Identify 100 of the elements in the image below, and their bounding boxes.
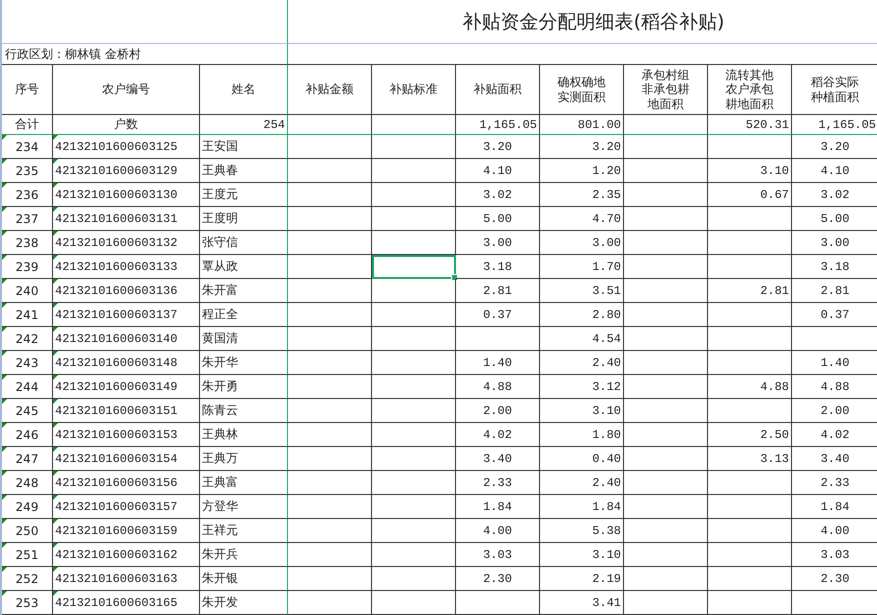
farmer-id: 42132101600603157: [53, 495, 200, 519]
table-cell: 4.88: [792, 375, 877, 399]
table-cell: 5.00: [456, 207, 540, 231]
farmer-name: 朱开勇: [200, 375, 288, 399]
table-cell: 3.00: [540, 231, 624, 255]
farmer-id: 42132101600603130: [53, 183, 200, 207]
table-cell: 4.02: [456, 423, 540, 447]
farmer-name: 陈青云: [200, 399, 288, 423]
table-cell: 4.02: [792, 423, 877, 447]
table-cell: 3.00: [456, 231, 540, 255]
table-cell: 2.33: [456, 471, 540, 495]
table-cell: 4.10: [456, 159, 540, 183]
row-number: 245: [2, 399, 53, 423]
farmer-name: 王典富: [200, 471, 288, 495]
farmer-id: 42132101600603129: [53, 159, 200, 183]
row-number: 252: [2, 567, 53, 591]
table-cell: 3.41: [540, 591, 624, 615]
table-cell: 5.00: [792, 207, 877, 231]
row-number: 247: [2, 447, 53, 471]
table-cell: 2.35: [540, 183, 624, 207]
row-number: 246: [2, 423, 53, 447]
row-number: 234: [2, 135, 53, 159]
farmer-name: 朱开发: [200, 591, 288, 615]
table-cell: 2.00: [792, 399, 877, 423]
farmer-id: 42132101600603165: [53, 591, 200, 615]
farmer-id: 42132101600603154: [53, 447, 200, 471]
farmer-name: 朱开富: [200, 279, 288, 303]
row-number: 249: [2, 495, 53, 519]
table-cell: 4.00: [792, 519, 877, 543]
table-cell: 1.84: [540, 495, 624, 519]
table-cell: 3.02: [792, 183, 877, 207]
table-cell: 2.40: [540, 471, 624, 495]
farmer-id: 42132101600603163: [53, 567, 200, 591]
farmer-name: 王祥元: [200, 519, 288, 543]
table-cell: 0.67: [708, 183, 792, 207]
farmer-id: 42132101600603153: [53, 423, 200, 447]
table-cell: 3.10: [708, 159, 792, 183]
row-number: 235: [2, 159, 53, 183]
column-header: 承包村组非承包耕地面积: [624, 65, 708, 115]
column-header: 序号: [2, 65, 53, 115]
row-number: 244: [2, 375, 53, 399]
farmer-id: 42132101600603162: [53, 543, 200, 567]
table-cell: 2.30: [456, 567, 540, 591]
row-number: 243: [2, 351, 53, 375]
farmer-name: 朱开银: [200, 567, 288, 591]
farmer-id: 42132101600603137: [53, 303, 200, 327]
table-cell: 1.40: [792, 351, 877, 375]
total-label: 合计: [2, 115, 53, 135]
table-cell: 3.00: [792, 231, 877, 255]
table-cell: 0.40: [540, 447, 624, 471]
row-number: 237: [2, 207, 53, 231]
farmer-id: 42132101600603133: [53, 255, 200, 279]
farmer-name: 张守信: [200, 231, 288, 255]
table-cell: 3.10: [540, 399, 624, 423]
table-cell: 3.40: [456, 447, 540, 471]
farmer-id: 42132101600603151: [53, 399, 200, 423]
table-cell: 3.20: [540, 135, 624, 159]
total-cell: 801.00: [540, 115, 624, 135]
row-number: 248: [2, 471, 53, 495]
farmer-id: 42132101600603132: [53, 231, 200, 255]
table-cell: 3.03: [456, 543, 540, 567]
table-cell: 3.40: [792, 447, 877, 471]
table-cell: 3.18: [792, 255, 877, 279]
table-cell: 2.40: [540, 351, 624, 375]
table-cell: 4.10: [792, 159, 877, 183]
farmer-name: 王度明: [200, 207, 288, 231]
row-number: 242: [2, 327, 53, 351]
column-header: 补贴金额: [288, 65, 372, 115]
active-cell[interactable]: [372, 255, 456, 279]
row-number: 240: [2, 279, 53, 303]
sheet-title: 补贴资金分配明细表(稻谷补贴): [288, 0, 877, 44]
table-cell: 2.81: [792, 279, 877, 303]
column-header: 补贴标准: [372, 65, 456, 115]
table-cell: 2.33: [792, 471, 877, 495]
table-cell: 4.00: [456, 519, 540, 543]
farmer-id: 42132101600603140: [53, 327, 200, 351]
table-cell: 1.20: [540, 159, 624, 183]
farmer-name: 王典春: [200, 159, 288, 183]
farmer-id: 42132101600603131: [53, 207, 200, 231]
table-cell: 4.88: [708, 375, 792, 399]
table-cell: 1.40: [456, 351, 540, 375]
table-cell: 2.30: [792, 567, 877, 591]
table-cell: 1.70: [540, 255, 624, 279]
table-cell: 3.20: [456, 135, 540, 159]
column-header: 流转其他农户承包耕地面积: [708, 65, 792, 115]
farmer-id: 42132101600603159: [53, 519, 200, 543]
total-cell: 1,165.05: [456, 115, 540, 135]
table-cell: 2.50: [708, 423, 792, 447]
farmer-name: 王安国: [200, 135, 288, 159]
table-cell: 0.37: [456, 303, 540, 327]
table-cell: 4.88: [456, 375, 540, 399]
column-header: 稻谷实际种植面积: [792, 65, 877, 115]
column-header: 确权确地实测面积: [540, 65, 624, 115]
table-cell: 1.84: [792, 495, 877, 519]
total-cell: 520.31: [708, 115, 792, 135]
table-cell: 3.10: [540, 543, 624, 567]
table-cell: 3.20: [792, 135, 877, 159]
table-cell: 4.54: [540, 327, 624, 351]
table-cell: 2.81: [456, 279, 540, 303]
table-cell: 3.02: [456, 183, 540, 207]
